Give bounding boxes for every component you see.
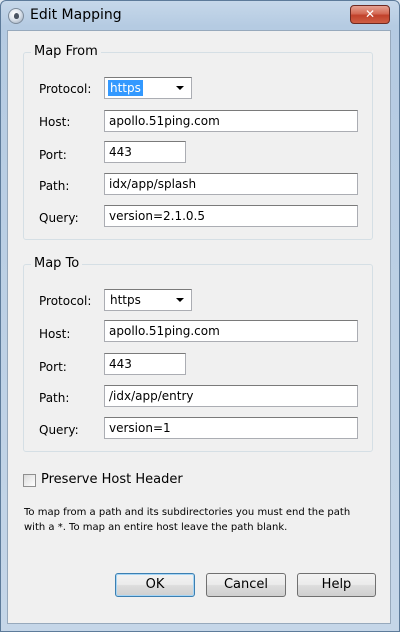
chevron-down-icon [176, 86, 184, 90]
from-query-label: Query: [39, 211, 79, 225]
to-path-field[interactable]: /idx/app/entry [104, 385, 358, 407]
from-query-field[interactable]: version=2.1.0.5 [104, 205, 358, 227]
to-protocol-label: Protocol: [39, 294, 92, 308]
title-bar[interactable]: Edit Mapping ✕ [1, 1, 399, 31]
from-path-field[interactable]: idx/app/splash [104, 173, 358, 195]
map-from-legend: Map From [31, 44, 101, 60]
to-protocol-select[interactable]: https [104, 289, 192, 311]
to-host-label: Host: [39, 327, 71, 341]
map-to-legend: Map To [31, 256, 83, 272]
cancel-button[interactable]: Cancel [206, 573, 286, 597]
to-port-label: Port: [39, 360, 67, 374]
window-title: Edit Mapping [30, 7, 122, 23]
from-protocol-value: https [108, 80, 143, 96]
from-port-label: Port: [39, 148, 67, 162]
help-button[interactable]: Help [297, 573, 376, 597]
from-host-field[interactable]: apollo.51ping.com [104, 110, 358, 132]
from-port-field[interactable]: 443 [104, 141, 186, 163]
chevron-down-icon [176, 298, 184, 302]
from-protocol-label: Protocol: [39, 82, 92, 96]
from-host-label: Host: [39, 115, 71, 129]
preserve-host-label[interactable]: Preserve Host Header [41, 472, 183, 488]
app-icon [8, 8, 24, 24]
to-path-label: Path: [39, 391, 70, 405]
ok-button[interactable]: OK [115, 573, 195, 597]
to-host-field[interactable]: apollo.51ping.com [104, 320, 358, 342]
to-query-label: Query: [39, 423, 79, 437]
preserve-host-checkbox[interactable] [23, 474, 36, 487]
to-port-field[interactable]: 443 [104, 353, 186, 375]
to-query-field[interactable]: version=1 [104, 417, 358, 439]
close-icon: ✕ [364, 7, 376, 21]
from-protocol-select[interactable]: https [104, 77, 192, 99]
close-button[interactable]: ✕ [350, 5, 390, 24]
mapping-help-text: To map from a path and its subdirectorie… [24, 507, 351, 533]
to-protocol-value: https [110, 293, 141, 307]
from-path-label: Path: [39, 179, 70, 193]
